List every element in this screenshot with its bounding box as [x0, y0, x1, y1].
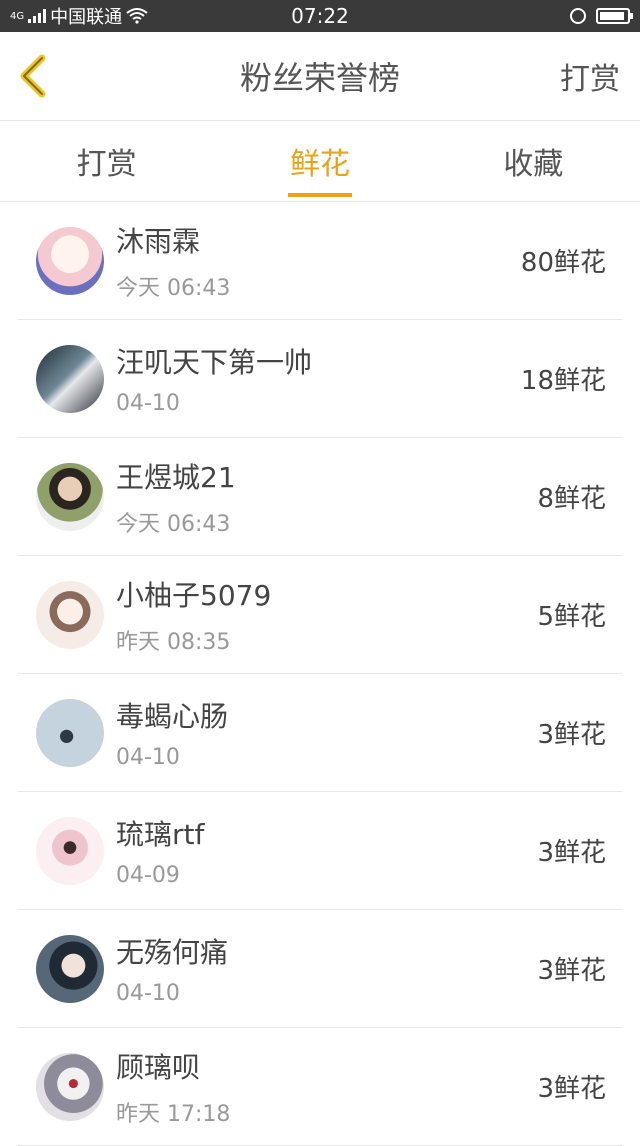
avatar[interactable] [36, 1052, 104, 1121]
status-right [570, 8, 633, 24]
flower-count: 3鲜花 [537, 1074, 606, 1104]
list-item[interactable]: 无殇何痛 04-10 3鲜花 [18, 910, 622, 1028]
flower-count: 3鲜花 [537, 956, 606, 986]
carrier-name: 中国联通 [50, 7, 123, 28]
timestamp: 04-10 [116, 391, 180, 416]
flower-count: 8鲜花 [537, 484, 606, 514]
tab-favorites[interactable]: 收藏 [427, 121, 640, 201]
list-item[interactable]: 毒蝎心肠 04-10 3鲜花 [18, 674, 622, 792]
status-time: 07:22 [291, 4, 349, 28]
flower-count: 80鲜花 [520, 248, 606, 278]
user-name: 顾璃呗 [116, 1050, 201, 1084]
timestamp: 今天 06:43 [116, 275, 231, 301]
list-item[interactable]: 小柚子5079 昨天 08:35 5鲜花 [18, 556, 622, 674]
signal-icon [28, 9, 47, 23]
wifi-icon [126, 8, 148, 24]
list-item[interactable]: 顾璃呗昨天 17:18 3鲜花 [18, 1028, 622, 1146]
avatar[interactable] [36, 816, 104, 885]
tab-reward[interactable]: 打赏 [0, 121, 213, 201]
list-item[interactable]: 琉璃rtf 04-09 3鲜花 [18, 792, 622, 910]
back-icon[interactable] [14, 54, 54, 98]
user-name: 琉璃rtf [116, 818, 205, 851]
timestamp: 今天 06:43 [116, 511, 231, 537]
avatar[interactable] [36, 580, 104, 649]
timestamp: 昨天 17:18 [116, 1101, 231, 1127]
avatar[interactable] [36, 462, 104, 531]
flower-count: 3鲜花 [537, 838, 606, 868]
alarm-icon [570, 8, 586, 24]
flower-count: 3鲜花 [537, 720, 606, 750]
user-name: 小柚子5079 [116, 578, 272, 612]
tab-flowers[interactable]: 鲜花 [213, 121, 426, 201]
page-title: 粉丝荣誉榜 [239, 59, 400, 97]
user-name: 沐雨霖 [116, 224, 201, 258]
tab-bar: 打赏 鲜花 收藏 [0, 121, 640, 202]
timestamp: 04-09 [116, 863, 180, 888]
user-name: 无殇何痛 [116, 936, 229, 969]
flower-count: 5鲜花 [537, 602, 606, 632]
user-name: 汪叽天下第一帅 [116, 346, 313, 379]
reward-button[interactable]: 打赏 [560, 54, 620, 98]
fan-list: 沐雨霖今天 06:43 80鲜花 汪叽天下第一帅 04-10 18鲜花 王煜城21… [18, 202, 622, 1146]
avatar[interactable] [36, 934, 104, 1003]
timestamp: 04-10 [116, 745, 180, 770]
timestamp: 昨天 08:35 [116, 629, 231, 655]
user-name: 王煜城21 [116, 460, 236, 494]
avatar[interactable] [36, 226, 104, 295]
status-left: 4G 中国联通 [10, 3, 148, 29]
avatar[interactable] [36, 698, 104, 767]
battery-icon [596, 8, 633, 24]
nav-bar: 粉丝荣誉榜 打赏 [0, 32, 640, 121]
list-item[interactable]: 汪叽天下第一帅 04-10 18鲜花 [18, 320, 622, 438]
network-type: 4G [10, 10, 25, 22]
list-item[interactable]: 沐雨霖今天 06:43 80鲜花 [18, 202, 622, 320]
list-item[interactable]: 王煜城21 今天 06:43 8鲜花 [18, 438, 622, 556]
status-bar: 4G 中国联通 07:22 [0, 0, 640, 32]
user-name: 毒蝎心肠 [116, 700, 229, 733]
flower-count: 18鲜花 [520, 366, 606, 396]
avatar[interactable] [36, 344, 104, 413]
timestamp: 04-10 [116, 981, 180, 1006]
